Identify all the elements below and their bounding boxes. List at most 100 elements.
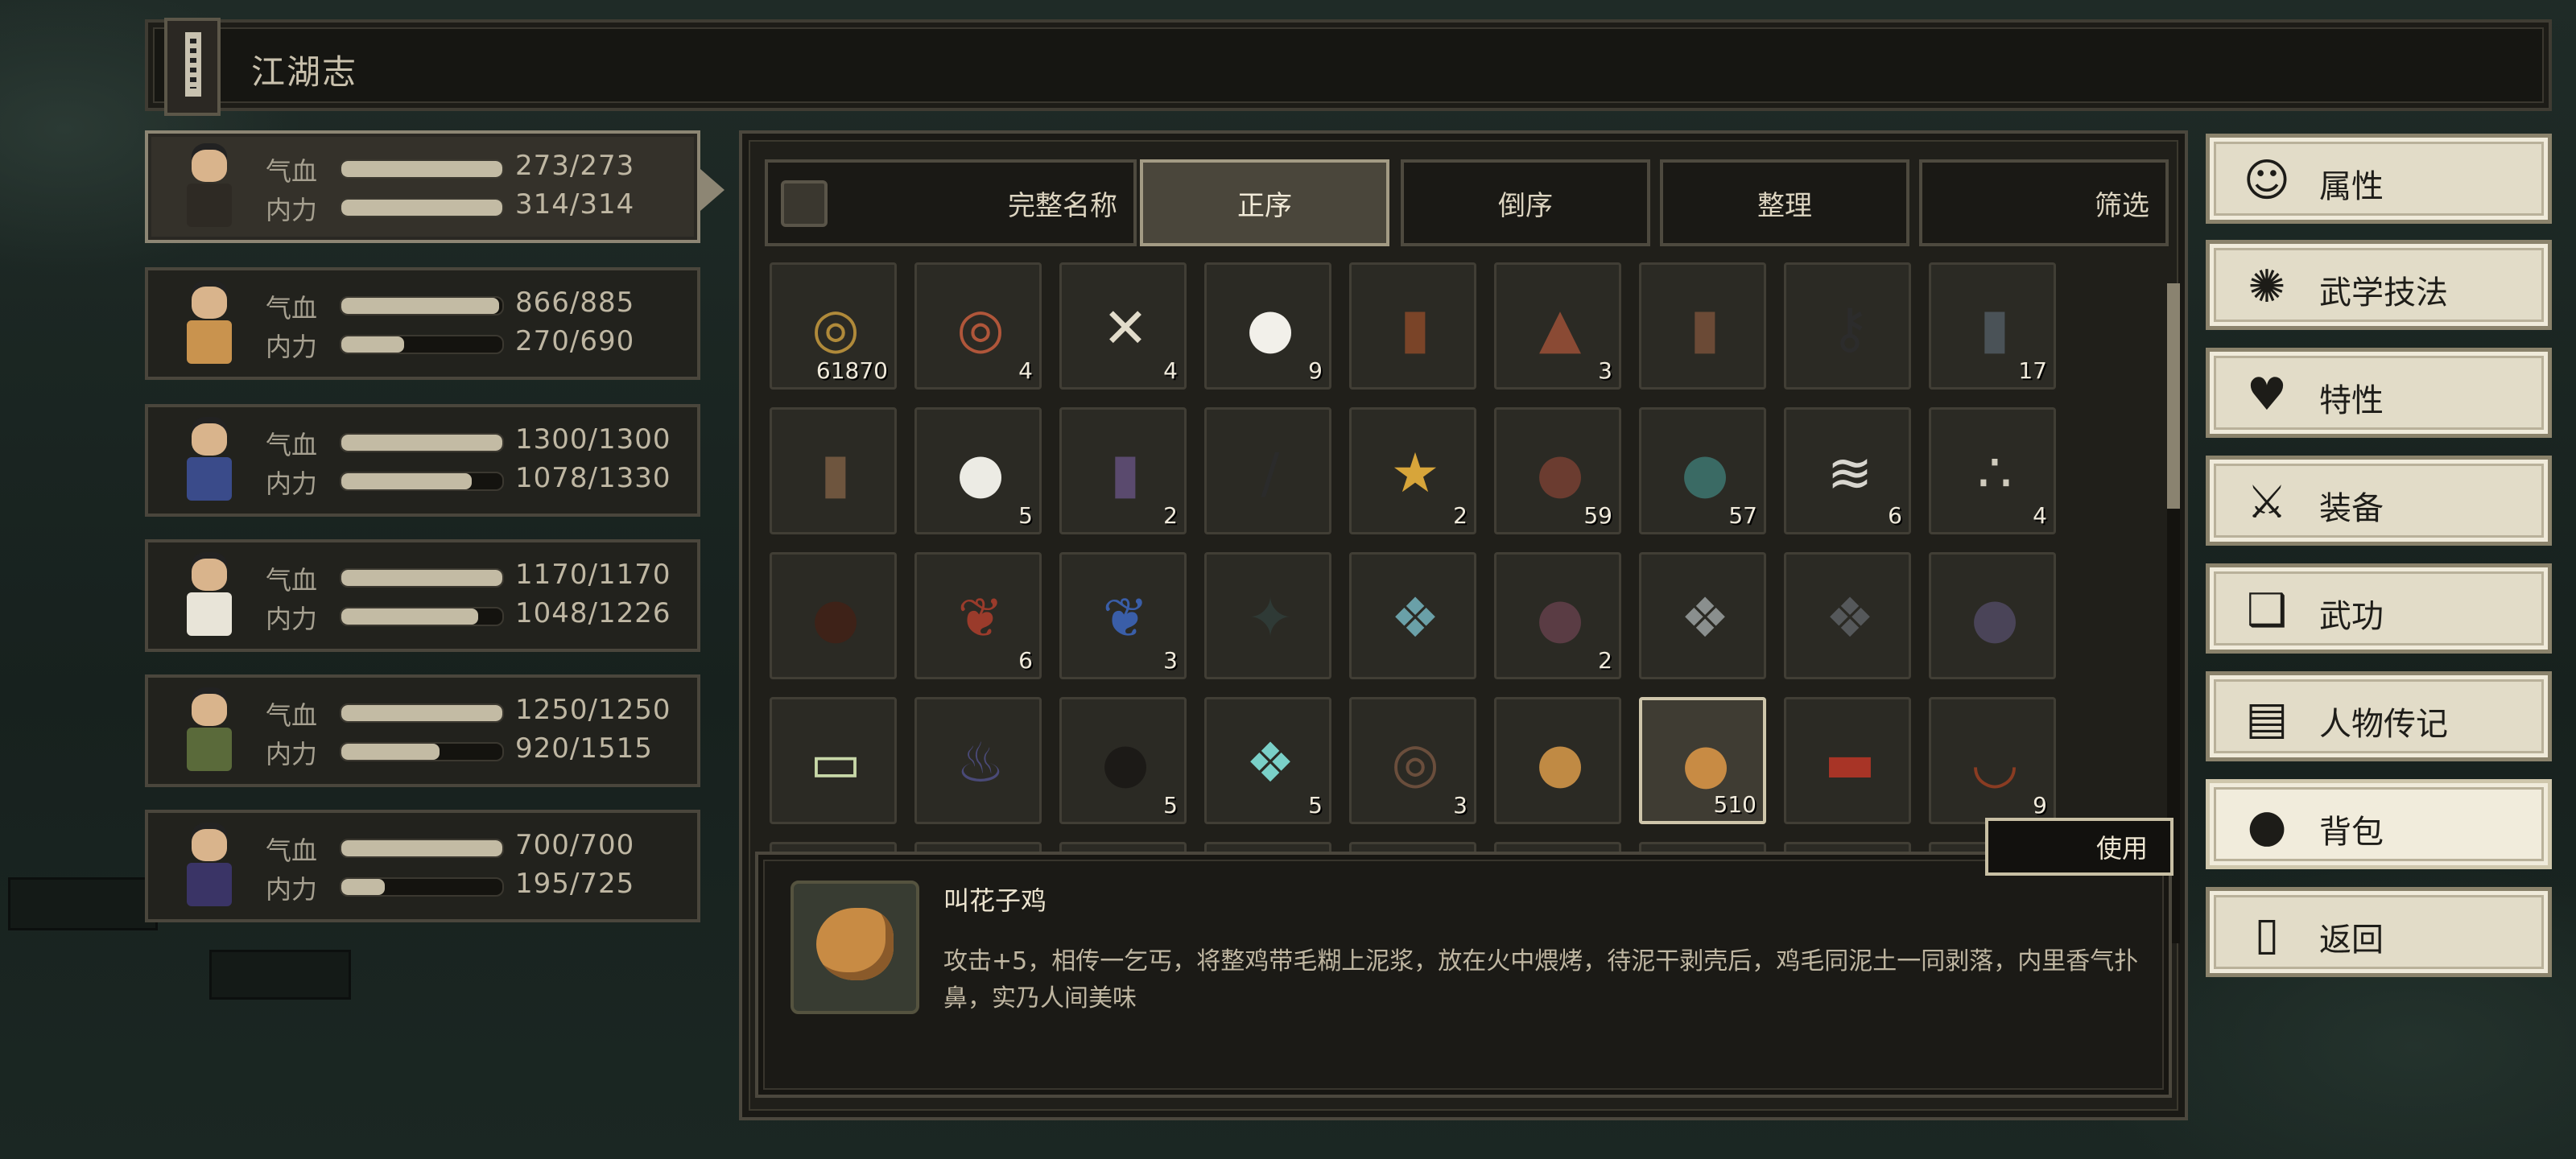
tab-ascending[interactable]: 正序 [1140,159,1389,246]
inventory-slot[interactable]: ▮ 2 [1059,407,1187,534]
inventory-slot[interactable]: ● 5 [914,407,1042,534]
party-member-card[interactable]: 气血 866/885 内力 270/690 [145,267,700,380]
inventory-slot[interactable]: ❦ 3 [1059,552,1187,679]
inventory-slot[interactable]: ≋ 6 [1784,407,1911,534]
mp-row: 内力 314/314 [266,187,684,225]
equipment-icon: ⚔ [2246,476,2288,529]
item-count: 5 [1308,792,1323,819]
talisman-icon: ▬ [1823,731,1876,795]
inventory-slot[interactable]: ❖ 5 [1204,697,1331,824]
item-count: 2 [1453,502,1468,529]
inventory-slot[interactable]: ● [1929,552,2056,679]
scrollbar-thumb[interactable] [2167,283,2180,509]
party-member-card[interactable]: 气血 700/700 内力 195/725 [145,810,700,922]
mp-row: 内力 195/725 [266,866,684,905]
inventory-slot[interactable]: ● 5 [1059,697,1187,824]
tab-filter[interactable]: 筛选 [1919,159,2169,246]
party-member-card[interactable]: 气血 1300/1300 内力 1078/1330 [145,404,700,517]
inventory-slot[interactable]: ▲ 3 [1494,262,1621,390]
menu-button-label: 特性 [2319,382,2384,419]
detail-item-name: 叫花子鸡 [943,885,1047,916]
hp-value: 1170/1170 [515,559,671,591]
inventory-slot[interactable]: ❦ 6 [914,552,1042,679]
hp-bar-fill [341,435,502,451]
mp-bar [340,335,504,354]
inventory-slot[interactable]: ◎ 3 [1349,697,1476,824]
mp-bar-fill [341,200,502,216]
menu-button[interactable]: ▤ 人物传记 [2206,671,2552,761]
tab-organize[interactable]: 整理 [1660,159,1909,246]
inventory-slot[interactable]: ● [1494,697,1621,824]
item-count: 3 [1453,792,1468,819]
inventory-slot[interactable]: ● 57 [1639,407,1766,534]
turquoise-icon: ❖ [1245,731,1295,795]
inventory-slot[interactable]: ▭ [770,697,897,824]
menu-button-label: 返回 [2319,922,2384,959]
attributes-icon: ☺ [2243,154,2291,207]
inventory-slot[interactable]: ✕ 4 [1059,262,1187,390]
party-member-card[interactable]: 气血 1250/1250 内力 920/1515 [145,674,700,787]
menu-button-label: 人物传记 [2319,706,2448,743]
inventory-slot[interactable]: ● 510 [1639,697,1766,824]
hp-row: 气血 1170/1170 [266,557,684,596]
menu-button[interactable]: ♥ 特性 [2206,348,2552,438]
inventory-slot[interactable]: ∴ 4 [1929,407,2056,534]
party-member-card[interactable]: 气血 1170/1170 内力 1048/1226 [145,539,700,652]
menu-button[interactable]: ⚔ 装备 [2206,456,2552,546]
menu-button-label: 武学技法 [2319,274,2448,311]
mp-label: 内力 [266,468,318,499]
inventory-slot[interactable]: ▬ [1784,697,1911,824]
feathers-icon: ≋ [1827,441,1873,505]
grey-crystal-icon: ❖ [1680,586,1730,650]
mp-bar [340,607,504,626]
rice-balls-icon: ● [1246,296,1294,361]
mp-value: 920/1515 [515,732,653,765]
inventory-slot[interactable]: ◎ 61870 [770,262,897,390]
inventory-slot[interactable]: ★ 2 [1349,407,1476,534]
full-name-checkbox[interactable] [781,180,828,227]
menu-button[interactable]: ❑ 武功 [2206,563,2552,654]
party-member-card[interactable]: 气血 273/273 内力 314/314 [145,130,724,243]
item-count: 3 [1163,647,1178,674]
item-count: 5 [1163,792,1178,819]
menu-button[interactable]: ● 背包 [2206,779,2552,869]
inventory-slot[interactable]: ❖ [1349,552,1476,679]
tab-full-name[interactable]: 完整名称 [765,159,1137,246]
inventory-slot[interactable]: ▮ [1349,262,1476,390]
menu-button[interactable]: ☺ 属性 [2206,134,2552,224]
inventory-slot[interactable]: ❖ [1639,552,1766,679]
hp-row: 气血 700/700 [266,827,684,866]
inventory-slot[interactable]: ❖ [1784,552,1911,679]
mp-bar-fill [341,744,440,760]
hp-bar [340,839,504,858]
menu-button[interactable]: ▯ 返回 [2206,887,2552,977]
scenery-hut [209,950,351,1000]
inventory-slot[interactable]: ◡ 9 [1929,697,2056,824]
title-bar: 江湖志 [145,18,2552,116]
inventory-slot[interactable]: / [1204,407,1331,534]
inventory-slot[interactable]: ⚷ [1784,262,1911,390]
inventory-slot[interactable]: ● 59 [1494,407,1621,534]
pebbles-icon: ∴ [1977,441,2013,505]
use-button[interactable]: 使用 [1985,818,2174,876]
menu-button[interactable]: ✺ 武学技法 [2206,240,2552,330]
iron-shards-icon: ❖ [1825,586,1875,650]
mp-label: 内力 [266,604,318,634]
inventory-slot[interactable]: ♨ [914,697,1042,824]
backpack-icon: ● [2247,799,2287,852]
mp-value: 1078/1330 [515,462,671,494]
mp-bar-fill [341,879,385,895]
inventory-slot[interactable]: ● [770,552,897,679]
inventory-slot[interactable]: ✦ [1204,552,1331,679]
mp-row: 内力 1078/1330 [266,460,684,499]
hp-row: 气血 273/273 [266,148,684,187]
inventory-slot[interactable]: ▮ [1639,262,1766,390]
inventory-slot[interactable]: ● 9 [1204,262,1331,390]
inventory-slot[interactable]: ▮ [770,407,897,534]
inventory-slot[interactable]: ▮ 17 [1929,262,2056,390]
hp-bar-fill [341,298,499,314]
hp-bar [340,159,504,179]
tab-descending[interactable]: 倒序 [1401,159,1650,246]
inventory-slot[interactable]: ◎ 4 [914,262,1042,390]
inventory-slot[interactable]: ● 2 [1494,552,1621,679]
